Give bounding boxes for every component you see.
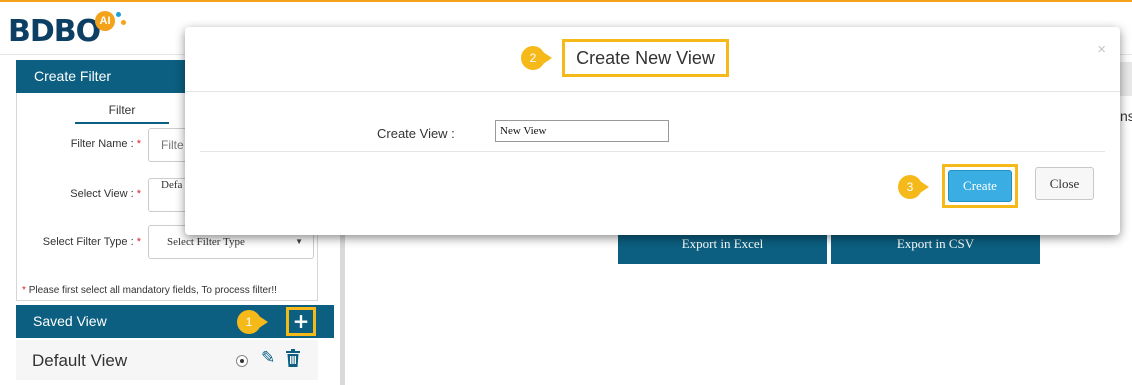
select-view-dropdown[interactable]: Defa (148, 178, 188, 212)
saved-view-item[interactable]: Default View ✎ (16, 340, 318, 380)
logo-dot-decoration (116, 12, 121, 17)
filter-type-label: Select Filter Type : * (42, 236, 141, 248)
top-accent-line (0, 0, 1132, 2)
create-view-label: Create View : (377, 126, 455, 141)
close-icon[interactable]: × (1097, 41, 1106, 58)
modal-title: Create New View (562, 39, 729, 77)
edit-icon[interactable]: ✎ (261, 348, 275, 368)
filter-name-input[interactable]: Filte (148, 128, 188, 162)
create-view-modal: Create New View 2 × Create View : New Vi… (185, 27, 1120, 235)
trash-icon[interactable] (286, 349, 300, 367)
close-button[interactable]: Close (1035, 167, 1094, 200)
logo-text: BDBO (8, 14, 101, 49)
app-stage: BDBO AI Create Filter Filter Filter Name… (0, 0, 1132, 385)
radio-selected-icon[interactable] (236, 355, 248, 367)
add-view-button[interactable]: + (286, 307, 316, 336)
logo-dot-decoration (121, 20, 126, 25)
modal-footer-divider (200, 151, 1105, 152)
filter-type-value: Select Filter Type (167, 236, 245, 248)
right-panel-edge (1120, 62, 1132, 96)
create-button[interactable]: Create (948, 170, 1012, 202)
modal-header-divider (185, 91, 1120, 92)
saved-view-label: Default View (32, 351, 128, 370)
mandatory-notice: * Please first select all mandatory fiel… (22, 285, 277, 296)
view-name-input[interactable]: New View (495, 120, 669, 142)
create-button-highlight: Create (942, 164, 1018, 208)
plus-icon: + (292, 309, 310, 333)
logo-ai-badge: AI (95, 11, 115, 31)
filter-name-label: Filter Name : * (70, 138, 141, 150)
right-partial-label: ns (1120, 108, 1132, 124)
tab-filter[interactable]: Filter (75, 103, 169, 124)
select-view-label: Select View : * (70, 188, 141, 200)
bdb-logo: BDBO AI (8, 8, 148, 50)
